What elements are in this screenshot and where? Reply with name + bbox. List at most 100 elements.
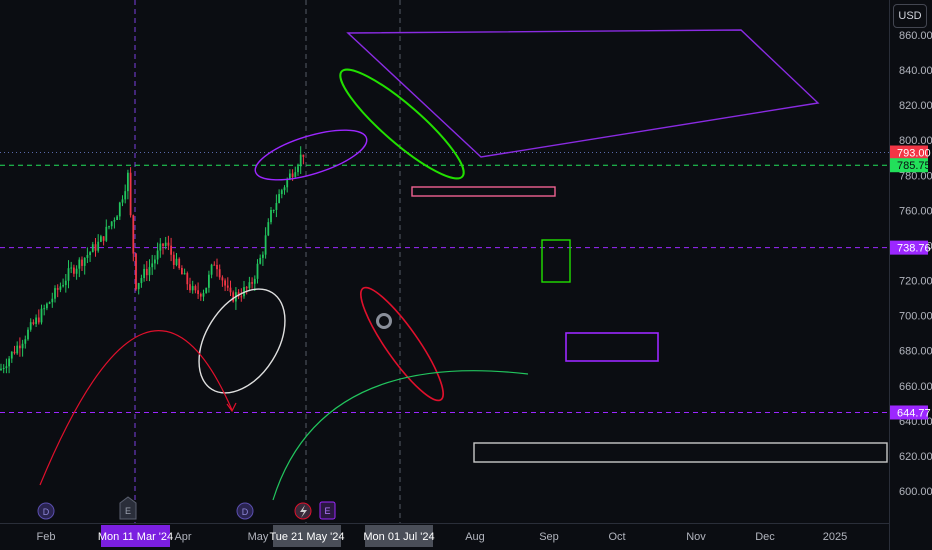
purple-rectangle-drawing[interactable] — [565, 332, 659, 362]
candle-body — [124, 191, 127, 200]
candle-body — [194, 286, 197, 291]
date-tag-label: Mon 11 Mar '24 — [98, 531, 173, 543]
svg-text:D: D — [43, 507, 50, 517]
candle-body — [302, 154, 305, 157]
green-rectangle-drawing[interactable] — [541, 239, 571, 283]
candle-body — [32, 322, 35, 324]
price-tick: 680.00 — [899, 346, 932, 358]
red-arc-drawing[interactable] — [39, 330, 233, 486]
candle-body — [86, 255, 89, 258]
purple-ellipse-drawing[interactable] — [250, 120, 372, 190]
candle-body — [135, 253, 137, 290]
candle-body — [116, 216, 118, 221]
candle-body — [148, 267, 151, 276]
candle-body — [154, 259, 156, 264]
candle-body — [145, 268, 148, 276]
candle-body — [113, 220, 116, 222]
candle-body — [127, 172, 129, 192]
candle-body — [229, 287, 232, 293]
dividend-marker[interactable]: D — [37, 502, 55, 520]
price-tick: 840.00 — [899, 65, 932, 77]
dividend-marker[interactable]: D — [236, 502, 254, 520]
candle-body — [100, 236, 102, 242]
candle-body — [0, 368, 2, 370]
candle-body — [210, 264, 213, 275]
price-tick: 860.00 — [899, 30, 932, 42]
candle-body — [48, 302, 51, 304]
candle-body — [46, 303, 48, 309]
candle-body — [37, 317, 40, 323]
time-tick: Sep — [539, 531, 559, 543]
candle-body — [143, 268, 145, 279]
flash-icon[interactable] — [294, 502, 312, 520]
trading-chart[interactable]: D E D E 860.00840.00820.00800.00780.0076… — [0, 0, 932, 550]
candle-body — [283, 187, 286, 191]
candle-body — [29, 322, 32, 330]
price-tick: 660.00 — [899, 381, 932, 393]
date-tag-label: Tue 21 May '24 — [269, 531, 344, 543]
white-ellipse-drawing[interactable] — [181, 274, 302, 409]
candle-body — [105, 226, 108, 241]
candle-body — [224, 280, 226, 286]
time-tick: May — [248, 531, 269, 543]
candle-body — [253, 278, 256, 284]
time-tick: 2025 — [823, 531, 847, 543]
earnings-marker[interactable]: E — [319, 501, 336, 520]
candle-body — [216, 264, 218, 270]
candle-body — [102, 236, 105, 241]
candle-body — [294, 172, 297, 177]
gray-rectangle-drawing[interactable] — [473, 442, 888, 463]
candle-body — [221, 277, 224, 281]
pink-rectangle-drawing[interactable] — [411, 186, 556, 197]
candle-body — [10, 351, 13, 359]
svg-text:E: E — [324, 506, 330, 516]
candle-body — [232, 292, 235, 302]
price-tag-label: 738.76 — [897, 243, 931, 255]
candle-body — [280, 190, 283, 195]
candle-body — [167, 242, 170, 246]
green-ellipse-drawing[interactable] — [329, 57, 475, 191]
candle-body — [191, 286, 194, 291]
svg-text:D: D — [242, 507, 249, 517]
candle-body — [67, 268, 70, 281]
horizontal-lines — [0, 152, 889, 413]
price-tick: 700.00 — [899, 311, 932, 323]
candle-body — [35, 317, 37, 324]
candle-body — [197, 290, 199, 294]
candle-body — [64, 280, 67, 286]
candle-body — [140, 278, 143, 284]
candle-body — [218, 269, 221, 278]
price-tick: 760.00 — [899, 205, 932, 217]
candle-body — [62, 285, 64, 287]
candle-body — [259, 257, 262, 264]
candle-body — [183, 273, 186, 275]
candle-body — [226, 285, 229, 288]
candle-body — [73, 267, 75, 274]
time-tick: Apr — [174, 531, 191, 543]
candle-body — [264, 235, 267, 255]
candle-body — [56, 288, 59, 290]
candle-body — [108, 226, 110, 228]
candle-body — [40, 308, 43, 323]
red-ellipse-drawing[interactable] — [350, 279, 454, 409]
event-markers: D E D E — [37, 496, 336, 520]
candle-body — [27, 329, 29, 340]
candle-body — [245, 287, 248, 289]
candle-body — [24, 339, 27, 344]
price-axis[interactable]: 860.00840.00820.00800.00780.00760.00740.… — [899, 30, 932, 498]
time-tick: Oct — [608, 531, 625, 543]
candle-body — [151, 263, 154, 268]
candle-body — [137, 283, 140, 290]
candle-body — [172, 254, 175, 265]
candle-body — [89, 252, 91, 256]
candle-body — [132, 215, 135, 254]
currency-button[interactable]: USD — [893, 4, 927, 28]
earnings-marker[interactable]: E — [119, 496, 137, 520]
ring-marker-icon[interactable] — [376, 313, 392, 329]
candle-body — [118, 202, 121, 217]
candle-body — [205, 287, 208, 294]
purple-polygon-drawing[interactable] — [346, 29, 820, 158]
time-tick: Aug — [465, 531, 485, 543]
candle-body — [278, 194, 280, 204]
candle-body — [251, 282, 253, 284]
